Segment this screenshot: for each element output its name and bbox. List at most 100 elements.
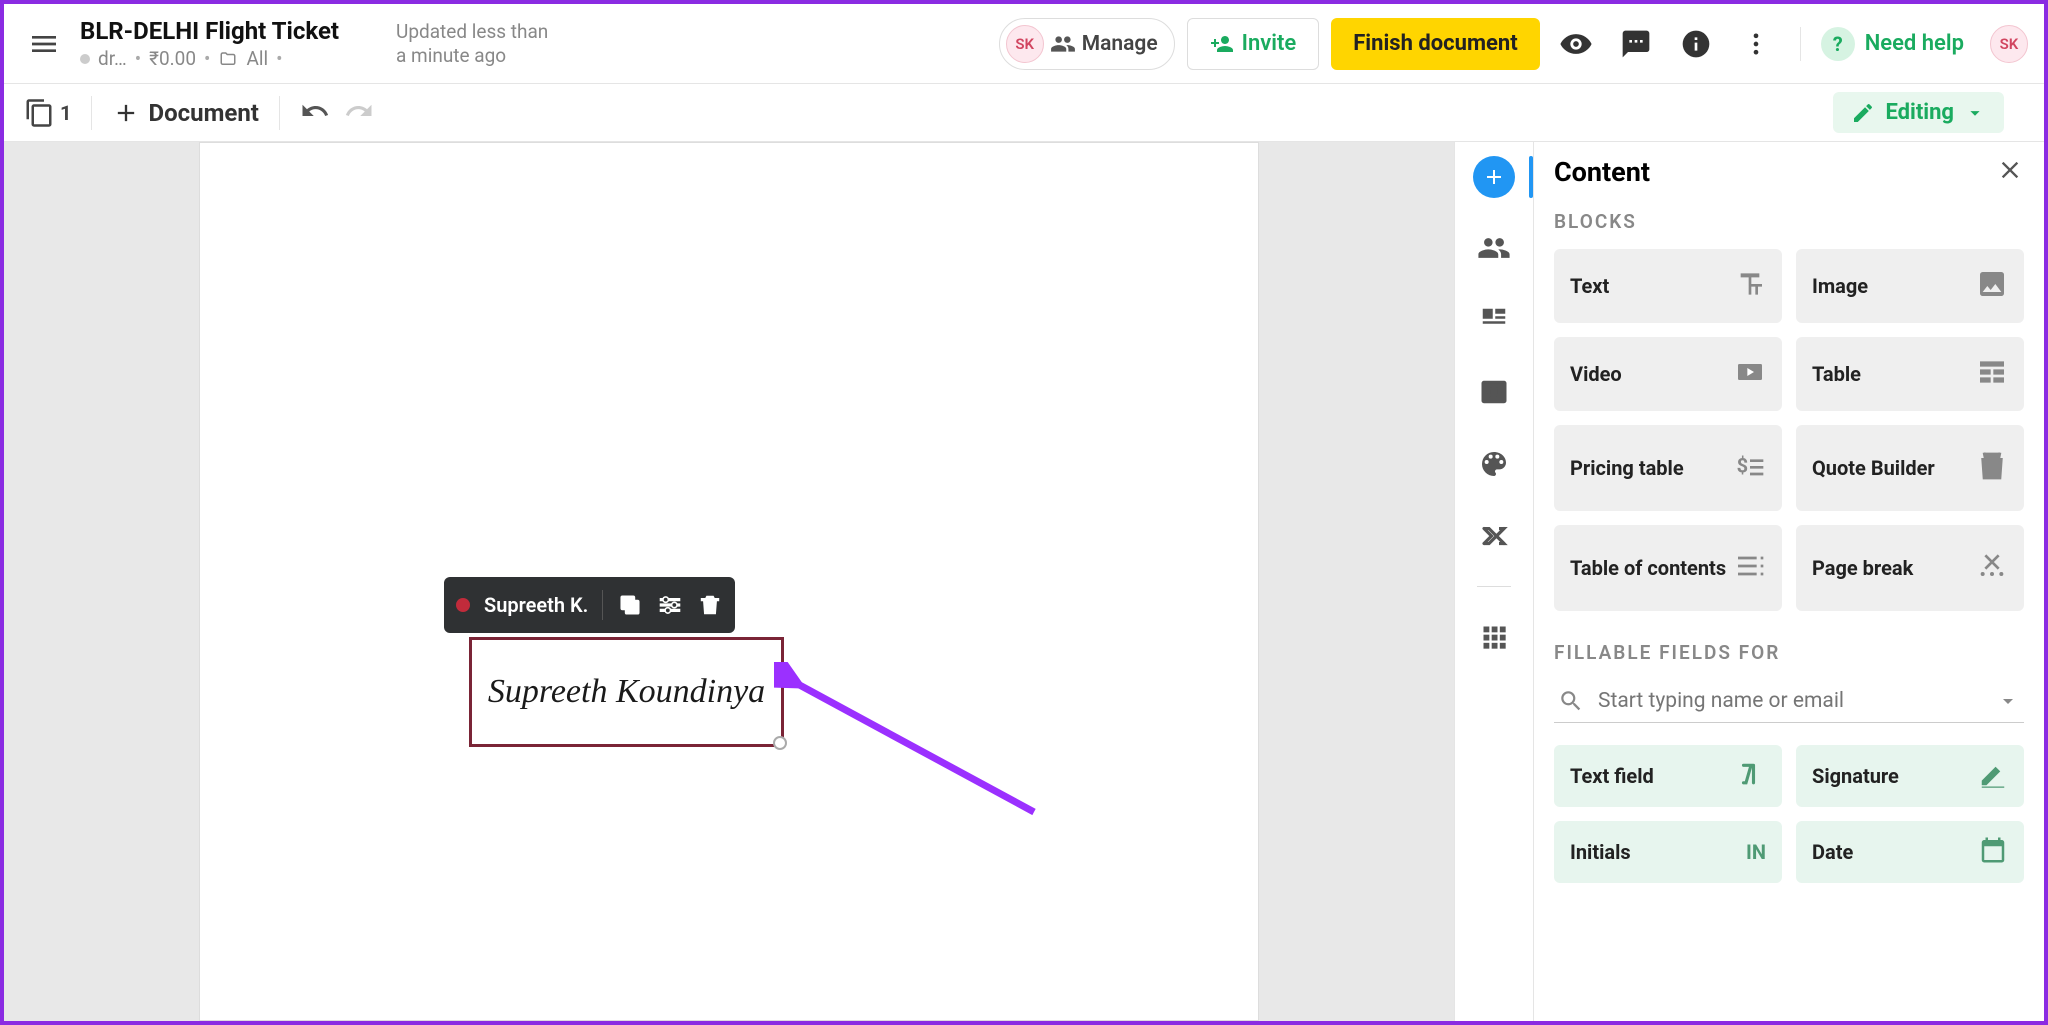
undo-redo <box>300 96 374 130</box>
user-avatar[interactable]: SK <box>1990 25 2028 63</box>
chat-icon <box>1620 28 1652 60</box>
document-meta: dr… • ₹0.00 • All • <box>80 47 380 70</box>
fillable-section-label: FILLABLE FIELDS FOR <box>1554 641 2024 664</box>
recipient-search-input[interactable] <box>1598 689 1982 713</box>
blocks-section-label: BLOCKS <box>1554 210 2024 233</box>
field-initials[interactable]: InitialsIN <box>1554 821 1782 883</box>
document-canvas[interactable]: Supreeth K. Supreeth Koundinya <box>4 142 1454 1021</box>
crossing-arrows-icon <box>1479 521 1509 551</box>
editing-mode-toggle[interactable]: Editing <box>1833 92 2004 133</box>
sub-toolbar: 1 Document Editing <box>4 84 2044 142</box>
help-icon: ? <box>1821 27 1855 61</box>
panel-title: Content <box>1554 156 1650 188</box>
chevron-down-icon <box>1964 102 1986 124</box>
pricing-table-icon: $ <box>1734 450 1766 486</box>
pages-icon <box>24 98 54 128</box>
avatar: SK <box>1006 25 1044 63</box>
redo-icon <box>344 96 374 126</box>
status-text: dr… <box>98 47 127 70</box>
plus-icon <box>1482 165 1506 189</box>
document-info: BLR-DELHI Flight Ticket dr… • ₹0.00 • Al… <box>80 17 380 70</box>
block-video[interactable]: Video <box>1554 337 1782 411</box>
search-icon <box>1558 688 1584 714</box>
comments-button[interactable] <box>1612 20 1660 68</box>
fillable-fields-grid: Text field Signature InitialsIN Date <box>1554 745 2024 883</box>
workflow-tab[interactable] <box>1472 514 1516 558</box>
page-break-icon <box>1976 550 2008 586</box>
block-table[interactable]: Table <box>1796 337 2024 411</box>
block-page-break[interactable]: Page break <box>1796 525 2024 611</box>
svg-text:$: $ <box>1737 454 1748 478</box>
close-icon <box>1996 156 2024 184</box>
signature-field[interactable]: Supreeth Koundinya <box>469 637 784 747</box>
add-person-icon <box>1210 32 1234 56</box>
block-quote-builder[interactable]: Quote Builder <box>1796 425 2024 511</box>
top-header: BLR-DELHI Flight Ticket dr… • ₹0.00 • Al… <box>4 4 2044 84</box>
invite-button[interactable]: Invite <box>1187 18 1320 70</box>
text-block-icon <box>1734 268 1766 304</box>
eye-icon <box>1559 27 1593 61</box>
status-dot-icon <box>80 54 90 64</box>
more-menu[interactable] <box>1732 20 1780 68</box>
resize-handle[interactable] <box>773 736 787 750</box>
finish-document-button[interactable]: Finish document <box>1331 18 1539 70</box>
layout-tab[interactable] <box>1472 298 1516 342</box>
block-pricing-table[interactable]: Pricing table$ <box>1554 425 1782 511</box>
variables-tab[interactable] <box>1472 370 1516 414</box>
document-title[interactable]: BLR-DELHI Flight Ticket <box>80 17 380 45</box>
block-image[interactable]: Image <box>1796 249 2024 323</box>
manage-label: Manage <box>1082 32 1158 56</box>
toc-icon <box>1734 550 1766 586</box>
recipient-search[interactable] <box>1554 680 2024 723</box>
design-tab[interactable] <box>1472 442 1516 486</box>
date-field-icon <box>1978 835 2008 869</box>
block-toc[interactable]: Table of contents <box>1554 525 1782 611</box>
field-settings-button[interactable] <box>657 592 683 618</box>
initials-field-icon: IN <box>1746 840 1766 864</box>
palette-icon <box>1478 448 1510 480</box>
layout-icon <box>1479 305 1509 335</box>
more-vertical-icon <box>1742 30 1770 58</box>
text-field-icon <box>1736 759 1766 793</box>
chevron-down-icon[interactable] <box>1996 689 2020 713</box>
video-block-icon <box>1734 356 1766 392</box>
table-block-icon <box>1976 356 2008 392</box>
content-tab[interactable] <box>1473 156 1515 198</box>
folder-icon <box>218 50 238 68</box>
need-help[interactable]: ? Need help <box>1800 27 1964 61</box>
apps-tab[interactable] <box>1472 615 1516 659</box>
undo-button[interactable] <box>300 96 330 130</box>
duplicate-field-button[interactable] <box>617 592 643 618</box>
add-document-button[interactable]: Document <box>112 99 258 127</box>
hamburger-menu[interactable] <box>20 20 68 68</box>
people-icon <box>1477 231 1511 265</box>
undo-icon <box>300 96 330 126</box>
content-panel: Content BLOCKS Text Image Video Table Pr… <box>1534 142 2044 1021</box>
image-block-icon <box>1976 268 2008 304</box>
delete-field-button[interactable] <box>697 592 723 618</box>
pencil-icon <box>1851 101 1875 125</box>
field-signature[interactable]: Signature <box>1796 745 2024 807</box>
brackets-icon <box>1479 377 1509 407</box>
manage-recipients[interactable]: SK Manage <box>999 18 1175 70</box>
info-button[interactable] <box>1672 20 1720 68</box>
recipients-tab[interactable] <box>1472 226 1516 270</box>
assignee-color-dot-icon <box>456 598 470 612</box>
quote-builder-icon <box>1976 450 2008 486</box>
redo-button[interactable] <box>344 96 374 130</box>
pages-button[interactable]: 1 <box>24 98 71 128</box>
main-area: Supreeth K. Supreeth Koundinya Content <box>4 142 2044 1021</box>
updated-time: Updated less than a minute ago <box>396 20 556 68</box>
price-text: ₹0.00 <box>149 47 196 70</box>
right-rail <box>1454 142 1534 1021</box>
signature-field-toolbar: Supreeth K. <box>444 577 735 633</box>
info-icon <box>1680 28 1712 60</box>
block-text[interactable]: Text <box>1554 249 1782 323</box>
plus-icon <box>112 99 140 127</box>
assignee-name[interactable]: Supreeth K. <box>484 593 588 617</box>
field-text[interactable]: Text field <box>1554 745 1782 807</box>
close-panel-button[interactable] <box>1996 156 2024 188</box>
field-date[interactable]: Date <box>1796 821 2024 883</box>
folder-text[interactable]: All <box>246 47 268 70</box>
preview-button[interactable] <box>1552 20 1600 68</box>
